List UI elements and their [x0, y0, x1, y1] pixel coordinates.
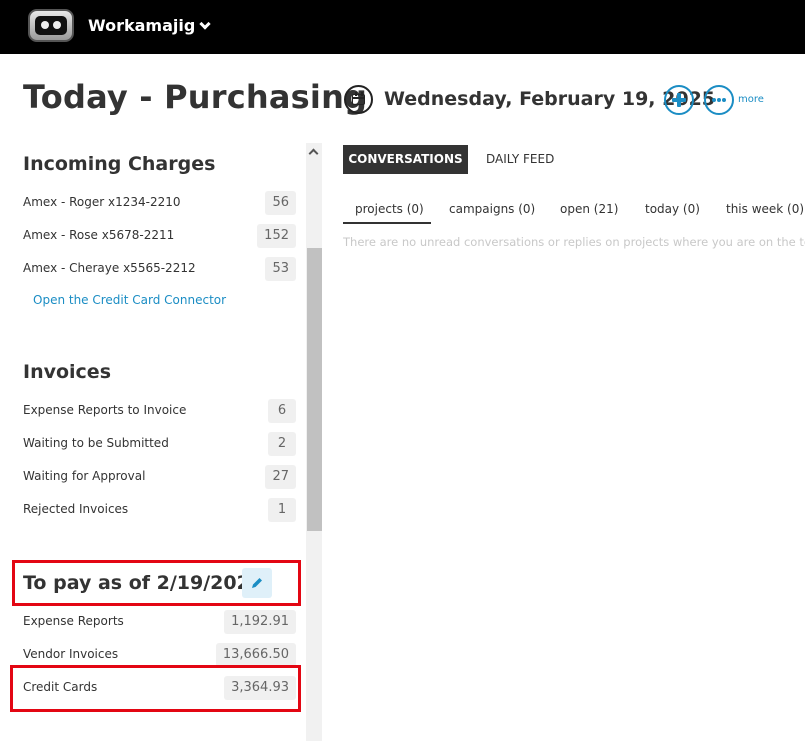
count-badge: 152: [257, 224, 296, 248]
more-link[interactable]: more: [738, 94, 764, 105]
list-item-label: Expense Reports to Invoice: [23, 403, 187, 417]
list-item[interactable]: Expense Reports 1,192.91: [23, 610, 298, 634]
app-switcher[interactable]: Workamajig: [88, 16, 211, 35]
count-badge: 2: [268, 432, 296, 456]
calendar-icon[interactable]: [344, 85, 373, 114]
credit-card-connector-link[interactable]: Open the Credit Card Connector: [33, 293, 226, 307]
list-item-label: Amex - Cheraye x5565-2212: [23, 261, 196, 275]
list-item-label: Expense Reports: [23, 614, 124, 628]
empty-conversations-message: There are no unread conversations or rep…: [343, 235, 805, 249]
to-pay-title: To pay as of 2/19/2025: [23, 572, 264, 594]
list-item[interactable]: Vendor Invoices 13,666.50: [23, 643, 298, 667]
list-item[interactable]: Credit Cards 3,364.93: [23, 676, 298, 700]
edit-date-button[interactable]: [242, 568, 272, 598]
tab-conversations[interactable]: CONVERSATIONS: [343, 145, 468, 174]
top-bar: Workamajig: [0, 0, 805, 54]
page-title: Today - Purchasing: [23, 78, 368, 116]
add-button[interactable]: [664, 85, 694, 115]
robot-logo-icon[interactable]: [28, 9, 74, 42]
list-item-label: Amex - Roger x1234-2210: [23, 195, 181, 209]
chevron-down-icon: [199, 18, 211, 30]
list-item-label: Credit Cards: [23, 680, 98, 694]
list-item-label: Waiting for Approval: [23, 469, 146, 483]
chevron-up-icon: [308, 148, 319, 159]
ellipsis-icon: [712, 98, 716, 102]
amount-badge: 3,364.93: [224, 676, 296, 700]
subtab-projects[interactable]: projects (0): [355, 202, 424, 216]
subtab-campaigns[interactable]: campaigns (0): [449, 202, 535, 216]
more-button[interactable]: [704, 85, 734, 115]
subtab-this-week[interactable]: this week (0): [726, 202, 804, 216]
invoices-title: Invoices: [23, 361, 112, 383]
pencil-icon: [252, 578, 262, 588]
list-item[interactable]: Waiting to be Submitted 2: [23, 432, 298, 456]
list-item[interactable]: Amex - Roger x1234-2210 56: [23, 191, 298, 215]
list-item[interactable]: Expense Reports to Invoice 6: [23, 399, 298, 423]
scroll-up-button[interactable]: [306, 143, 322, 161]
subtab-today[interactable]: today (0): [645, 202, 700, 216]
tab-daily-feed[interactable]: DAILY FEED: [486, 152, 554, 166]
amount-badge: 1,192.91: [224, 610, 296, 634]
list-item[interactable]: Amex - Rose x5678-2211 152: [23, 224, 298, 248]
amount-badge: 13,666.50: [215, 643, 296, 667]
list-item[interactable]: Rejected Invoices 1: [23, 498, 298, 522]
count-badge: 56: [265, 191, 296, 215]
list-item-label: Amex - Rose x5678-2211: [23, 228, 175, 242]
list-item-label: Vendor Invoices: [23, 647, 119, 661]
count-badge: 6: [268, 399, 296, 423]
list-item-label: Rejected Invoices: [23, 502, 129, 516]
count-badge: 27: [265, 465, 296, 489]
app-name: Workamajig: [88, 16, 196, 35]
list-item[interactable]: Waiting for Approval 27: [23, 465, 298, 489]
incoming-charges-title: Incoming Charges: [23, 153, 216, 175]
count-badge: 1: [268, 498, 296, 522]
list-item-label: Waiting to be Submitted: [23, 436, 169, 450]
scrollbar-thumb[interactable]: [307, 248, 322, 531]
active-subtab-indicator: [343, 222, 431, 224]
subtab-open[interactable]: open (21): [560, 202, 618, 216]
list-item[interactable]: Amex - Cheraye x5565-2212 53: [23, 257, 298, 281]
count-badge: 53: [265, 257, 296, 281]
